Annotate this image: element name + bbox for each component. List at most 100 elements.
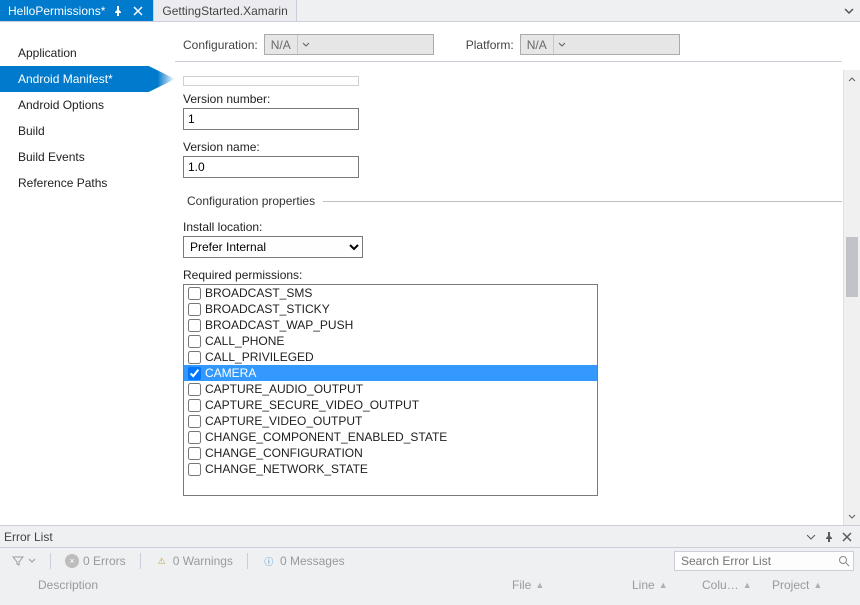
error-icon: ×	[65, 554, 79, 568]
tab-overflow-button[interactable]	[838, 0, 860, 21]
permission-checkbox[interactable]	[188, 447, 201, 460]
platform-value: N/A	[521, 38, 553, 52]
document-tabstrip: HelloPermissions* GettingStarted.Xamarin	[0, 0, 860, 22]
section-header: Configuration properties	[187, 194, 842, 208]
required-permissions-listbox[interactable]: BROADCAST_SMSBROADCAST_STICKYBROADCAST_W…	[183, 284, 598, 496]
error-list-toolbar: × 0 Errors ⚠ 0 Warnings ⓘ 0 Messages	[0, 548, 860, 574]
permission-row[interactable]: CHANGE_COMPONENT_ENABLED_STATE	[184, 429, 597, 445]
tab-title: GettingStarted.Xamarin	[162, 4, 287, 18]
permission-row[interactable]: CAPTURE_SECURE_VIDEO_OUTPUT	[184, 397, 597, 413]
permission-name: CHANGE_NETWORK_STATE	[205, 462, 368, 476]
filter-messages[interactable]: ⓘ 0 Messages	[256, 552, 351, 570]
permission-checkbox[interactable]	[188, 399, 201, 412]
filter-errors[interactable]: × 0 Errors	[59, 552, 132, 570]
separator	[50, 553, 51, 569]
scroll-down-icon[interactable]	[844, 508, 860, 525]
section-title: Configuration properties	[187, 194, 315, 208]
configuration-bar: Configuration: N/A Platform: N/A	[175, 34, 842, 62]
clipped-field-edge	[183, 76, 359, 86]
scroll-thumb[interactable]	[846, 237, 858, 297]
version-name-input[interactable]	[183, 156, 359, 178]
nav-application[interactable]: Application	[0, 40, 175, 66]
tab-gettingstarted[interactable]: GettingStarted.Xamarin	[154, 0, 296, 21]
permission-row[interactable]: CAMERA	[184, 365, 597, 381]
scroll-up-icon[interactable]	[844, 70, 860, 87]
permission-name: CALL_PRIVILEGED	[205, 350, 314, 364]
search-input[interactable]	[679, 553, 838, 569]
pin-icon[interactable]	[111, 4, 125, 18]
tab-hellopermissions[interactable]: HelloPermissions*	[0, 0, 154, 21]
nav-android-options[interactable]: Android Options	[0, 92, 175, 118]
nav-android-manifest[interactable]: Android Manifest*	[0, 66, 175, 92]
permission-name: CHANGE_CONFIGURATION	[205, 446, 363, 460]
permission-checkbox[interactable]	[188, 335, 201, 348]
permission-checkbox[interactable]	[188, 431, 201, 444]
project-properties-editor: Application Android Manifest* Android Op…	[0, 22, 860, 525]
error-list-panel: Error List × 0 Errors ⚠ 0 Warnings ⓘ	[0, 525, 860, 605]
col-description[interactable]: Description	[30, 578, 504, 592]
permission-name: CAPTURE_SECURE_VIDEO_OUTPUT	[205, 398, 419, 412]
pin-icon[interactable]	[820, 528, 838, 546]
divider	[323, 201, 842, 202]
permission-row[interactable]: BROADCAST_WAP_PUSH	[184, 317, 597, 333]
error-list-search[interactable]	[674, 551, 854, 571]
filter-dropdown[interactable]	[6, 553, 42, 569]
error-list-header: Error List	[0, 526, 860, 548]
col-project[interactable]: Project▲	[764, 578, 854, 592]
permission-row[interactable]: BROADCAST_STICKY	[184, 301, 597, 317]
permission-checkbox[interactable]	[188, 351, 201, 364]
property-page-content: Configuration: N/A Platform: N/A	[175, 22, 860, 525]
version-name-label: Version name:	[183, 140, 860, 154]
permission-checkbox[interactable]	[188, 463, 201, 476]
warning-icon: ⚠	[155, 554, 169, 568]
chevron-down-icon	[297, 35, 315, 54]
install-location-select[interactable]: Prefer Internal	[183, 236, 363, 258]
configuration-value: N/A	[265, 38, 297, 52]
search-icon	[838, 555, 850, 567]
permission-checkbox[interactable]	[188, 367, 201, 380]
version-number-input[interactable]	[183, 108, 359, 130]
permission-checkbox[interactable]	[188, 415, 201, 428]
permission-row[interactable]: CHANGE_NETWORK_STATE	[184, 461, 597, 477]
permission-row[interactable]: CALL_PHONE	[184, 333, 597, 349]
sort-asc-icon: ▲	[535, 580, 544, 590]
filter-warnings[interactable]: ⚠ 0 Warnings	[149, 552, 239, 570]
nav-build[interactable]: Build	[0, 118, 175, 144]
content-scrollbar[interactable]	[843, 70, 860, 525]
permission-checkbox[interactable]	[188, 303, 201, 316]
scroll-track[interactable]	[844, 87, 860, 508]
permission-row[interactable]: CHANGE_CONFIGURATION	[184, 445, 597, 461]
permission-name: BROADCAST_WAP_PUSH	[205, 318, 353, 332]
permission-checkbox[interactable]	[188, 383, 201, 396]
col-column[interactable]: Colu…▲	[694, 578, 764, 592]
close-icon[interactable]	[838, 528, 856, 546]
sort-asc-icon: ▲	[813, 580, 822, 590]
sort-asc-icon: ▲	[659, 580, 668, 590]
permission-checkbox[interactable]	[188, 287, 201, 300]
permission-name: CAPTURE_VIDEO_OUTPUT	[205, 414, 362, 428]
permission-row[interactable]: CAPTURE_VIDEO_OUTPUT	[184, 413, 597, 429]
permission-name: BROADCAST_SMS	[205, 286, 312, 300]
separator	[140, 553, 141, 569]
chevron-down-icon	[553, 35, 571, 54]
info-icon: ⓘ	[262, 554, 276, 568]
permission-name: CHANGE_COMPONENT_ENABLED_STATE	[205, 430, 447, 444]
permission-checkbox[interactable]	[188, 319, 201, 332]
col-file[interactable]: File▲	[504, 578, 624, 592]
error-list-title: Error List	[4, 530, 53, 544]
sort-asc-icon: ▲	[743, 580, 752, 590]
install-location-label: Install location:	[183, 220, 860, 234]
version-number-label: Version number:	[183, 92, 860, 106]
permission-name: CAMERA	[205, 366, 256, 380]
permission-row[interactable]: BROADCAST_SMS	[184, 285, 597, 301]
window-position-icon[interactable]	[802, 528, 820, 546]
nav-reference-paths[interactable]: Reference Paths	[0, 170, 175, 196]
error-list-columns: Description File▲ Line▲ Colu…▲ Project▲	[0, 574, 860, 596]
permission-row[interactable]: CALL_PRIVILEGED	[184, 349, 597, 365]
platform-dropdown[interactable]: N/A	[520, 34, 680, 55]
col-line[interactable]: Line▲	[624, 578, 694, 592]
permission-row[interactable]: CAPTURE_AUDIO_OUTPUT	[184, 381, 597, 397]
close-icon[interactable]	[131, 4, 145, 18]
configuration-dropdown[interactable]: N/A	[264, 34, 434, 55]
nav-build-events[interactable]: Build Events	[0, 144, 175, 170]
